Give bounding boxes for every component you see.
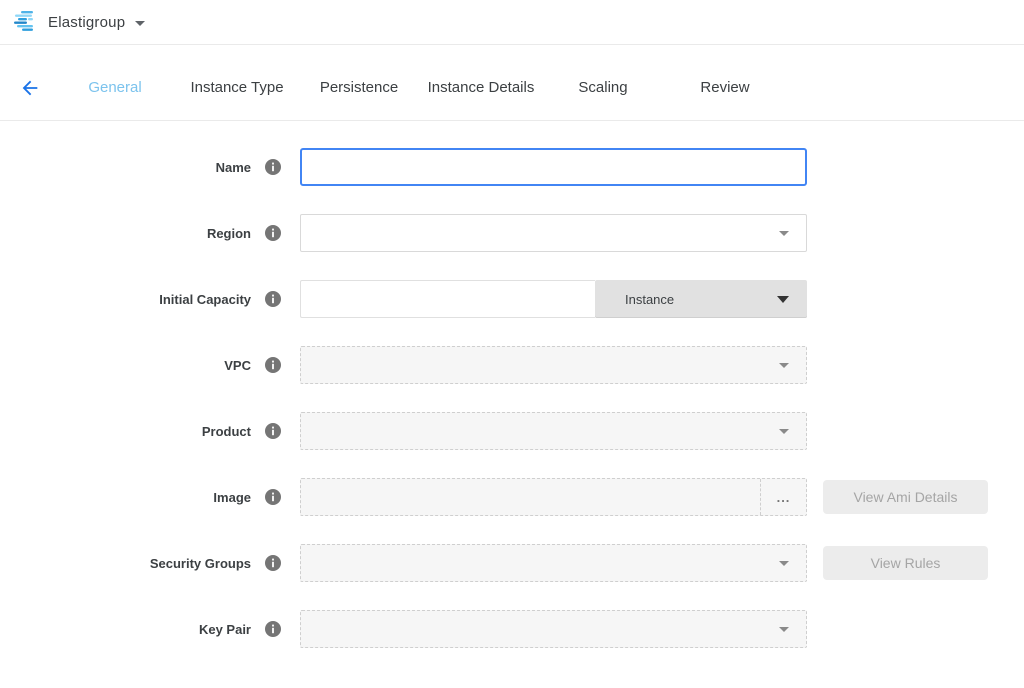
wizard-tabbar: General Instance Type Persistence Instan… bbox=[0, 45, 1024, 121]
key-pair-caret-icon bbox=[779, 627, 789, 632]
capacity-unit-select[interactable]: Instance bbox=[595, 280, 807, 318]
tab-general[interactable]: General bbox=[54, 79, 176, 96]
tab-persistence[interactable]: Persistence bbox=[298, 79, 420, 96]
security-groups-info-icon[interactable] bbox=[265, 555, 281, 571]
arrow-back-icon bbox=[19, 77, 41, 99]
view-ami-details-button[interactable]: View Ami Details bbox=[823, 480, 988, 514]
wizard-tabs: General Instance Type Persistence Instan… bbox=[54, 79, 786, 96]
field-row-key-pair: Key Pair bbox=[0, 610, 1024, 648]
field-row-image: Image ... View Ami Details bbox=[0, 478, 1024, 516]
field-row-product: Product bbox=[0, 412, 1024, 450]
view-rules-button[interactable]: View Rules bbox=[823, 546, 988, 580]
region-select[interactable] bbox=[300, 214, 807, 252]
vpc-label: VPC bbox=[224, 358, 251, 373]
vpc-select[interactable] bbox=[300, 346, 807, 384]
key-pair-info-icon[interactable] bbox=[265, 621, 281, 637]
key-pair-label: Key Pair bbox=[199, 622, 251, 637]
tab-review[interactable]: Review bbox=[664, 79, 786, 96]
capacity-unit-value: Instance bbox=[625, 292, 674, 307]
field-row-security-groups: Security Groups View Rules bbox=[0, 544, 1024, 582]
product-label: Product bbox=[202, 424, 251, 439]
field-row-initial-capacity: Initial Capacity Instance bbox=[0, 280, 1024, 318]
elastigroup-logo-icon bbox=[14, 11, 38, 33]
name-label: Name bbox=[216, 160, 251, 175]
app-header: Elastigroup bbox=[0, 0, 1024, 45]
initial-capacity-info-icon[interactable] bbox=[265, 291, 281, 307]
region-info-icon[interactable] bbox=[265, 225, 281, 241]
tab-instance-type[interactable]: Instance Type bbox=[176, 79, 298, 96]
security-groups-select[interactable] bbox=[300, 544, 807, 582]
name-input[interactable] bbox=[300, 148, 807, 186]
security-groups-caret-icon bbox=[779, 561, 789, 566]
image-value bbox=[301, 479, 760, 515]
key-pair-select[interactable] bbox=[300, 610, 807, 648]
tab-instance-details[interactable]: Instance Details bbox=[420, 79, 542, 96]
field-row-vpc: VPC bbox=[0, 346, 1024, 384]
initial-capacity-input[interactable] bbox=[300, 280, 595, 318]
name-info-icon[interactable] bbox=[265, 159, 281, 175]
image-picker[interactable]: ... bbox=[300, 478, 807, 516]
region-caret-icon bbox=[779, 231, 789, 236]
security-groups-label: Security Groups bbox=[150, 556, 251, 571]
vpc-info-icon[interactable] bbox=[265, 357, 281, 373]
tab-scaling[interactable]: Scaling bbox=[542, 79, 664, 96]
product-select[interactable] bbox=[300, 412, 807, 450]
capacity-unit-caret-icon bbox=[777, 296, 789, 303]
vpc-caret-icon bbox=[779, 363, 789, 368]
image-info-icon[interactable] bbox=[265, 489, 281, 505]
image-browse-button[interactable]: ... bbox=[760, 479, 806, 515]
general-form: Name Region Init bbox=[0, 121, 1024, 648]
field-row-name: Name bbox=[0, 148, 1024, 186]
app-title: Elastigroup bbox=[48, 14, 125, 31]
app-switcher-caret-icon[interactable] bbox=[135, 21, 145, 26]
initial-capacity-label: Initial Capacity bbox=[159, 292, 251, 307]
product-caret-icon bbox=[779, 429, 789, 434]
product-info-icon[interactable] bbox=[265, 423, 281, 439]
image-label: Image bbox=[213, 490, 251, 505]
back-button[interactable] bbox=[18, 76, 42, 100]
region-label: Region bbox=[207, 226, 251, 241]
field-row-region: Region bbox=[0, 214, 1024, 252]
